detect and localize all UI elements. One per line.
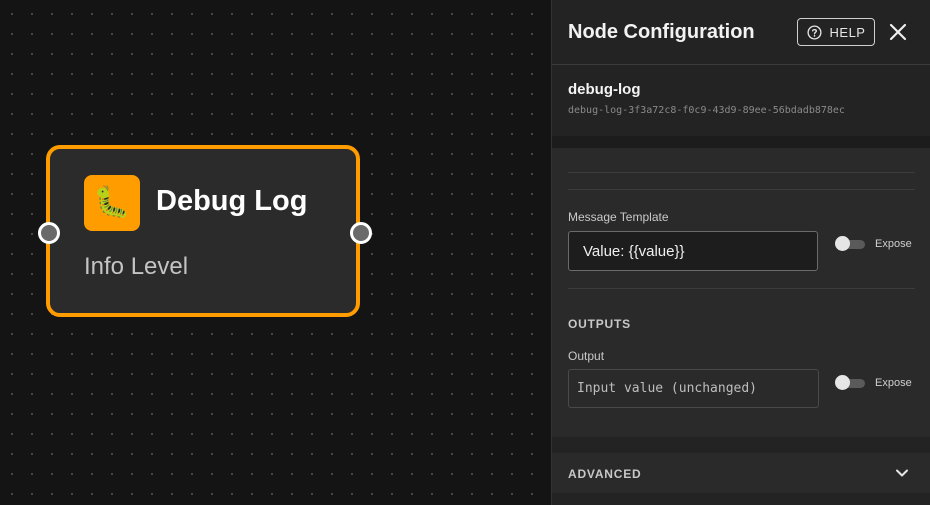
divider — [568, 172, 915, 173]
panel-title: Node Configuration — [568, 21, 755, 43]
input-port[interactable] — [38, 222, 60, 244]
message-template-expose-label: Expose — [875, 238, 912, 250]
node-icon-badge: 🐛 — [84, 175, 140, 231]
node-subtitle: Info Level — [84, 253, 189, 280]
chevron-down-icon — [896, 469, 908, 477]
advanced-label: ADVANCED — [568, 467, 642, 481]
help-button-label: HELP — [829, 24, 866, 40]
debug-log-node[interactable]: 🐛 Debug Log Info Level — [46, 145, 360, 317]
close-button[interactable] — [886, 20, 910, 44]
node-title: Debug Log — [156, 185, 308, 217]
message-template-value: Value: {{value}} — [583, 242, 685, 260]
flow-canvas[interactable]: 🐛 Debug Log Info Level — [0, 0, 551, 505]
message-template-input[interactable]: Value: {{value}} — [568, 231, 818, 271]
output-label: Output — [568, 349, 605, 363]
output-expose-toggle[interactable] — [835, 375, 865, 390]
output-expose-label: Expose — [875, 377, 912, 389]
divider — [568, 288, 915, 289]
node-configuration-panel: Node Configuration HELP debug-log debug-… — [551, 0, 930, 505]
toggle-thumb — [835, 236, 850, 251]
output-port[interactable] — [350, 222, 372, 244]
section-gap — [552, 136, 930, 148]
close-icon — [889, 23, 907, 41]
node-name: debug-log — [568, 81, 641, 98]
help-button[interactable]: HELP — [797, 18, 875, 46]
node-id: debug-log-3f3a72c8-f0c9-43d9-89ee-56bdad… — [568, 105, 845, 116]
message-template-label: Message Template — [568, 210, 669, 224]
output-value-field: Input value (unchanged) — [568, 369, 819, 408]
toggle-thumb — [835, 375, 850, 390]
advanced-section-toggle[interactable]: ADVANCED — [552, 453, 930, 493]
divider — [568, 189, 915, 190]
outputs-heading: OUTPUTS — [568, 317, 631, 331]
help-circle-icon — [806, 24, 822, 40]
caterpillar-bug-icon: 🐛 — [93, 186, 131, 219]
message-template-expose-toggle[interactable] — [835, 236, 865, 251]
panel-header: Node Configuration HELP — [552, 0, 930, 65]
output-value: Input value (unchanged) — [577, 381, 758, 396]
